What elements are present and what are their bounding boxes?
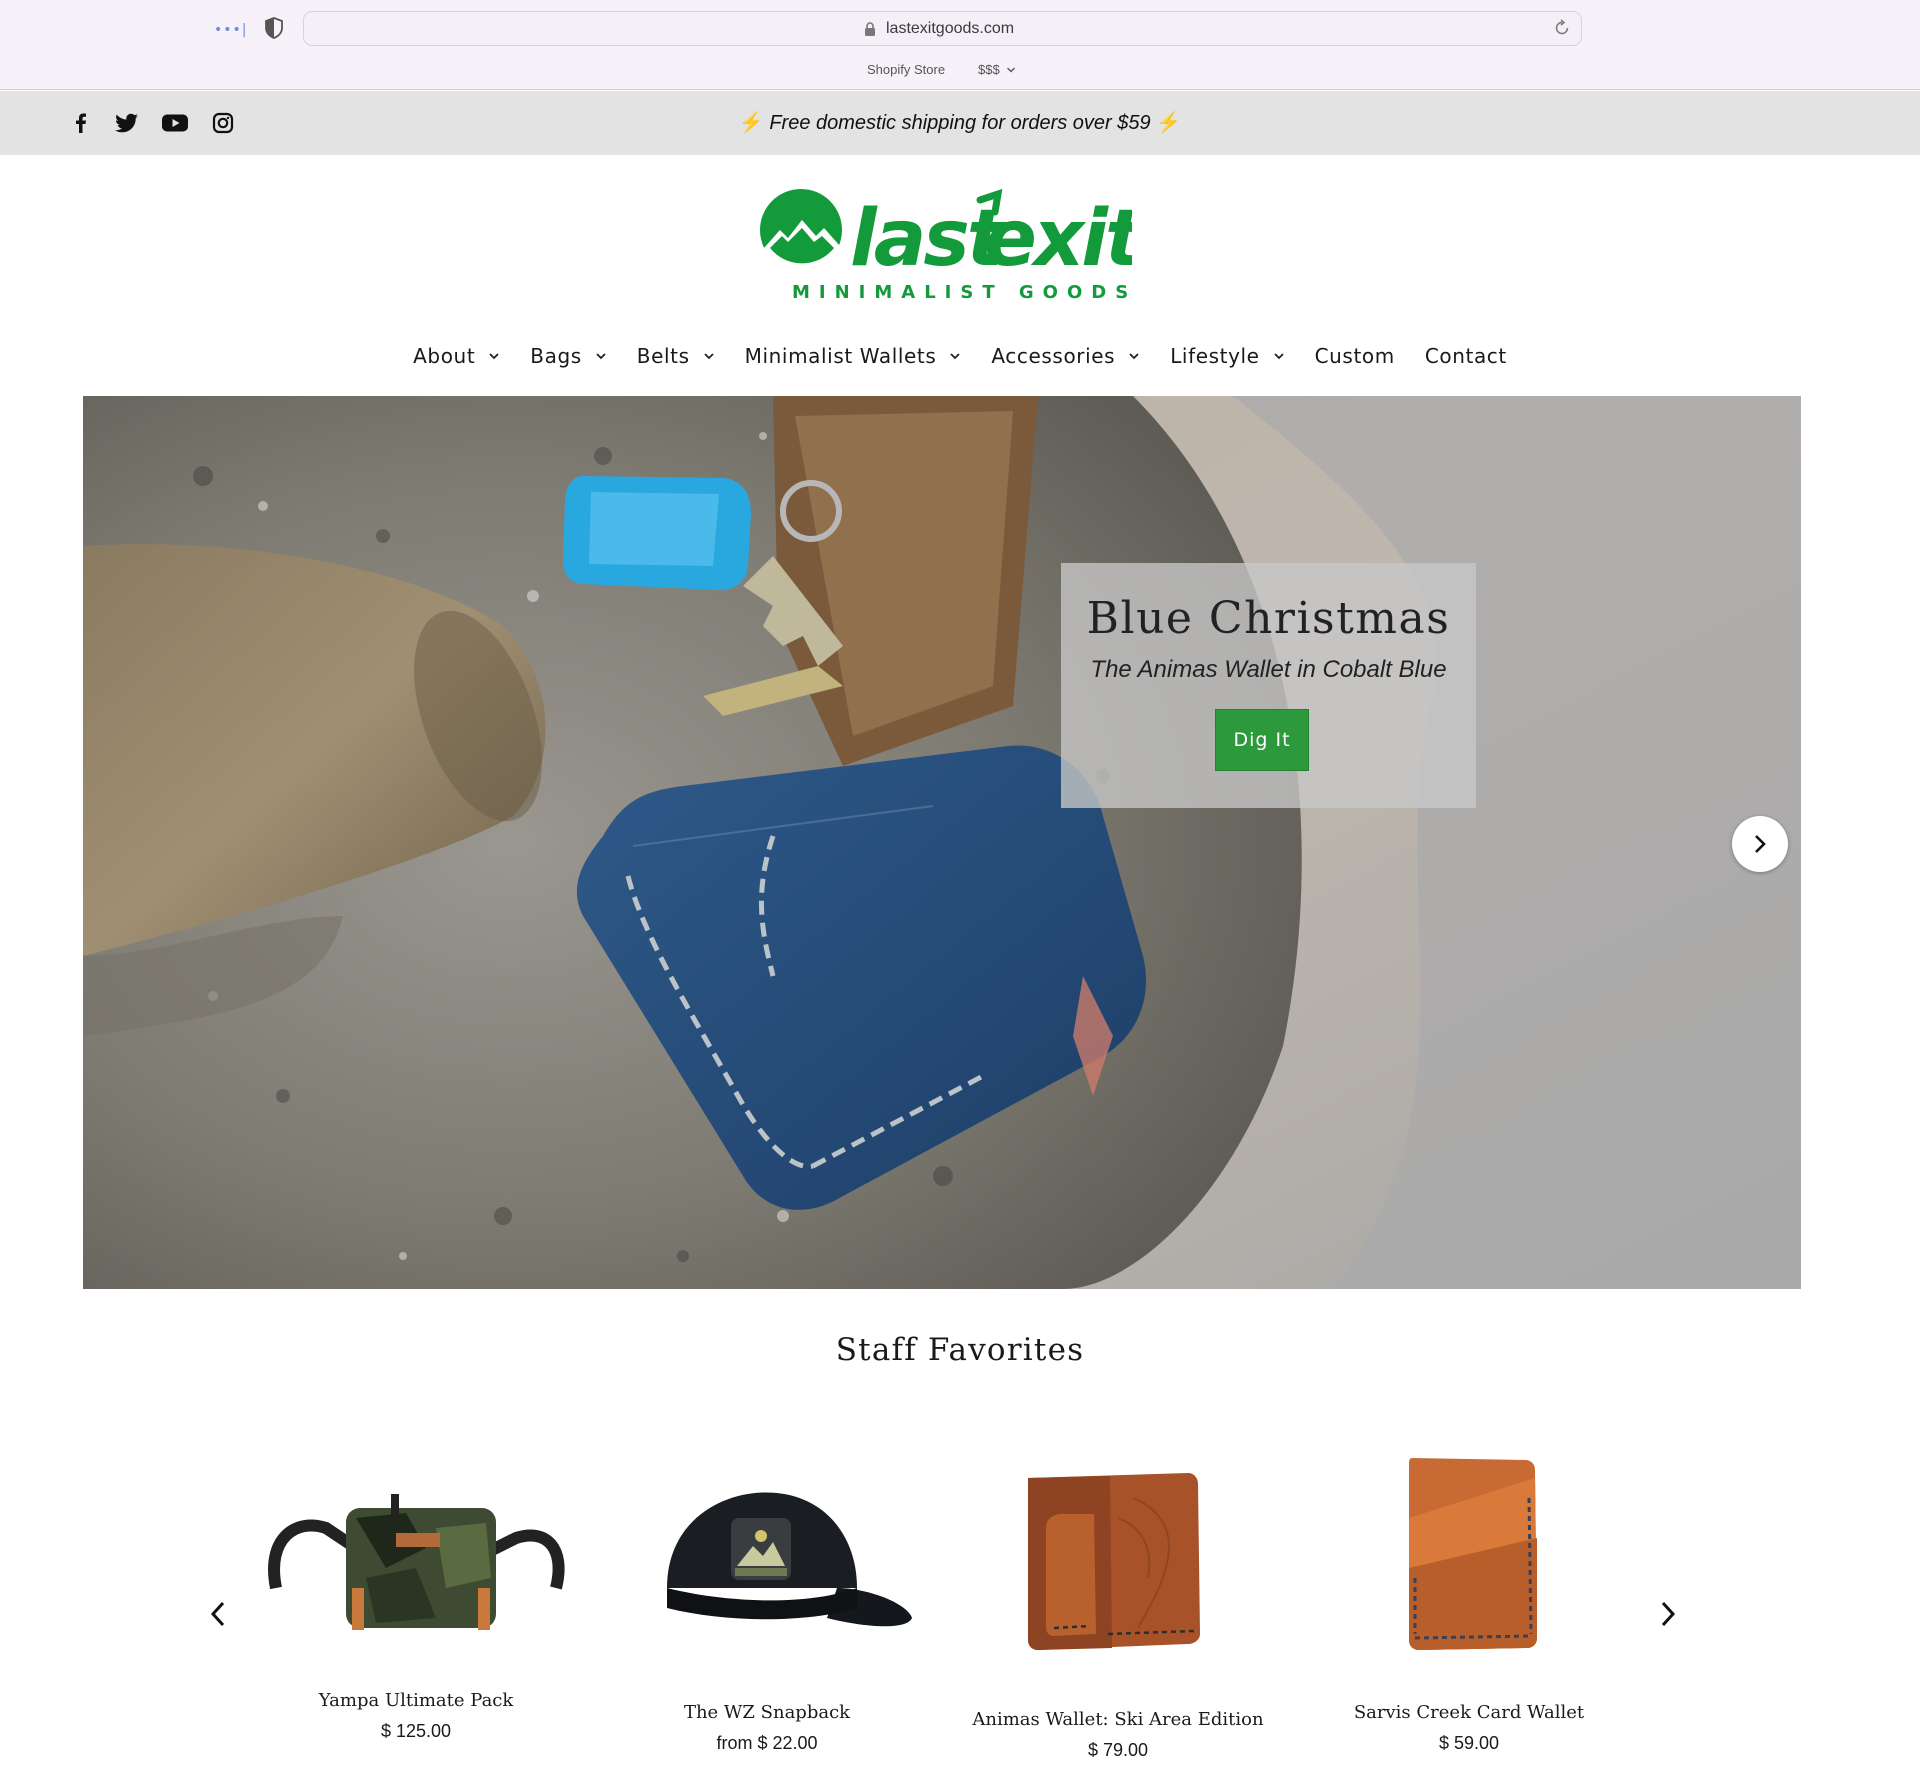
- svg-text:exit: exit: [984, 194, 1132, 284]
- chevron-right-icon: [1755, 835, 1766, 853]
- announcement-bar: ⚡ Free domestic shipping for orders over…: [0, 91, 1920, 155]
- product-name[interactable]: Yampa Ultimate Pack: [256, 1690, 576, 1711]
- carousel-prev-icon[interactable]: [204, 1598, 232, 1630]
- nav-item-label: Custom: [1314, 344, 1395, 368]
- product-image: [1028, 1473, 1200, 1650]
- product-card[interactable]: Animas Wallet: Ski Area Edition $ 79.00: [958, 1438, 1278, 1761]
- nav-item-label: Minimalist Wallets: [744, 344, 937, 368]
- price-level-label: $$$: [978, 62, 1000, 77]
- chevron-down-icon: [1273, 353, 1284, 360]
- product-name[interactable]: Sarvis Creek Card Wallet: [1309, 1702, 1629, 1723]
- nav-item-label: Bags: [530, 344, 582, 368]
- product-image: [268, 1494, 565, 1630]
- nav-item-minimalist-wallets[interactable]: Minimalist Wallets: [730, 344, 977, 368]
- hero-title: Blue Christmas: [1086, 593, 1451, 644]
- price-level-dropdown[interactable]: $$$: [978, 62, 1016, 77]
- nav-item-label: Contact: [1424, 344, 1507, 368]
- product-price: $ 79.00: [1087, 1740, 1149, 1760]
- browser-toolbar: •••| lastexitgoods.com Shopify Store $$$: [0, 0, 1920, 90]
- carousel-next-icon[interactable]: [1654, 1598, 1682, 1630]
- nav-item-belts[interactable]: Belts: [622, 344, 730, 368]
- shipping-message: Free domestic shipping for orders over $…: [769, 112, 1151, 134]
- nav-item-contact[interactable]: Contact: [1410, 344, 1522, 368]
- product-image: [667, 1492, 912, 1627]
- main-navigation: About Bags Belts Minimalist Wallets Acce…: [0, 344, 1920, 368]
- address-bar[interactable]: lastexitgoods.com: [303, 11, 1582, 46]
- shield-icon[interactable]: [264, 17, 284, 39]
- section-title: Staff Favorites: [835, 1332, 1085, 1368]
- reload-icon[interactable]: [1553, 19, 1571, 37]
- last-exit-logo[interactable]: last exit MINIMALIST GOODS: [752, 180, 1132, 300]
- chevron-down-icon: [489, 353, 499, 360]
- hero-subtitle: The Animas Wallet in Cobalt Blue: [1090, 656, 1447, 683]
- nav-item-label: Belts: [636, 344, 690, 368]
- chevron-down-icon: [1007, 67, 1016, 73]
- chevron-down-icon: [1129, 353, 1139, 360]
- chevron-down-icon: [703, 353, 714, 360]
- svg-text:MINIMALIST GOODS: MINIMALIST GOODS: [792, 282, 1132, 300]
- product-card[interactable]: Sarvis Creek Card Wallet $ 59.00: [1309, 1438, 1629, 1754]
- extension-label[interactable]: Shopify Store: [867, 62, 945, 77]
- product-price: $ 59.00: [1438, 1733, 1500, 1753]
- nav-item-bags[interactable]: Bags: [515, 344, 622, 368]
- product-name[interactable]: Animas Wallet: Ski Area Edition: [958, 1709, 1278, 1730]
- nav-item-accessories[interactable]: Accessories: [976, 344, 1155, 368]
- shipping-announcement: ⚡ Free domestic shipping for orders over…: [0, 110, 1920, 135]
- dig-it-button[interactable]: Dig It: [1215, 709, 1309, 771]
- product-price: from $ 22.00: [716, 1733, 818, 1753]
- nav-item-custom[interactable]: Custom: [1300, 344, 1410, 368]
- url-text: lastexitgoods.com: [886, 20, 1015, 37]
- hero-slideshow: Blue Christmas The Animas Wallet in Coba…: [83, 396, 1801, 1289]
- nav-item-about[interactable]: About: [398, 344, 515, 368]
- nav-item-lifestyle[interactable]: Lifestyle: [1155, 344, 1299, 368]
- hero-image: [83, 396, 1801, 1289]
- slideshow-next-button[interactable]: [1732, 816, 1788, 872]
- bolt-icon: ⚡: [1156, 112, 1182, 134]
- product-price: $ 125.00: [380, 1721, 452, 1741]
- hero-caption: Blue Christmas The Animas Wallet in Coba…: [1061, 563, 1476, 808]
- nav-item-label: Lifestyle: [1170, 344, 1260, 368]
- nav-item-label: Accessories: [991, 344, 1116, 368]
- chevron-down-icon: [596, 353, 606, 360]
- chevron-down-icon: [950, 353, 961, 360]
- product-name[interactable]: The WZ Snapback: [607, 1702, 927, 1723]
- product-card[interactable]: The WZ Snapback from $ 22.00: [607, 1438, 927, 1754]
- nav-item-label: About: [413, 344, 476, 368]
- lock-icon: [865, 22, 875, 36]
- tab-overview-icon[interactable]: •••|: [214, 22, 248, 38]
- product-card[interactable]: Yampa Ultimate Pack $ 125.00: [256, 1438, 576, 1742]
- bolt-icon: ⚡: [738, 112, 764, 134]
- product-image: [1409, 1458, 1537, 1650]
